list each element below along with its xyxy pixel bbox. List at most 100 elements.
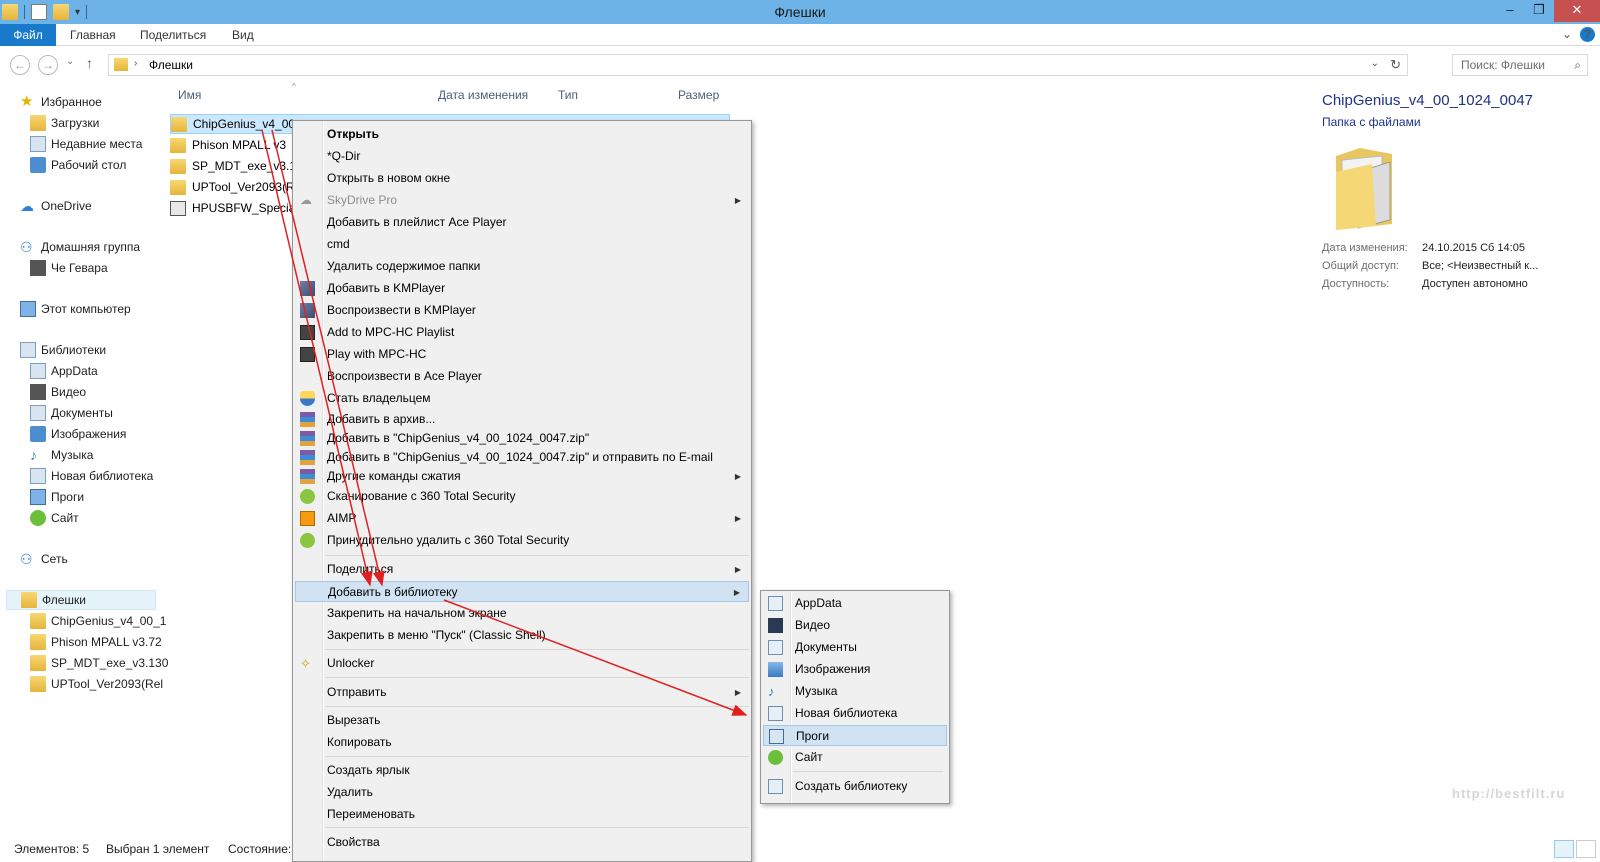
menu-item-kmplayer-play[interactable]: Воспроизвести в KMPlayer — [295, 300, 749, 321]
submenu-item-create-library[interactable]: Создать библиотеку — [763, 776, 947, 797]
nav-homegroup-user[interactable]: Че Гевара — [30, 258, 108, 278]
menu-item-unlocker[interactable]: ✧ Unlocker — [295, 653, 749, 674]
menu-item-other-compress[interactable]: Другие команды сжатия ▶ — [295, 466, 749, 487]
address-bar[interactable]: › Флешки ⌄ ↻ — [108, 54, 1408, 76]
submenu-item-appdata[interactable]: AppData — [763, 593, 947, 614]
tab-file[interactable]: Файл — [0, 24, 56, 46]
menu-item-share[interactable]: Поделиться ▶ — [295, 559, 749, 580]
library-icon — [768, 706, 783, 721]
menu-item-add-to-library[interactable]: Добавить в библиотеку ▶ — [295, 581, 749, 602]
prop-label: Доступность: — [1322, 278, 1390, 290]
menu-item-force-delete-360[interactable]: Принудительно удалить с 360 Total Securi… — [295, 530, 749, 551]
menu-item-create-shortcut[interactable]: Создать ярлык — [295, 760, 749, 781]
menu-item-open-new-window[interactable]: Открыть в новом окне — [295, 168, 749, 189]
nav-subfolder[interactable]: ChipGenius_v4_00_1 — [30, 611, 166, 631]
maximize-button[interactable]: ❐ — [1525, 0, 1553, 22]
submenu-item-new-library[interactable]: Новая библиотека — [763, 703, 947, 724]
menu-item-mpc-play[interactable]: Play with MPC-HC — [295, 344, 749, 365]
nav-label: Phison MPALL v3.72 — [51, 635, 162, 649]
menu-item-scan-360[interactable]: Сканирование с 360 Total Security — [295, 486, 749, 507]
column-header-date[interactable]: Дата изменения — [438, 88, 528, 102]
menu-item-add-zip[interactable]: Добавить в "ChipGenius_v4_00_1024_0047.z… — [295, 428, 749, 449]
tab-home[interactable]: Главная — [58, 24, 128, 46]
nav-network[interactable]: ⚇ Сеть — [20, 549, 68, 569]
tab-share[interactable]: Поделиться — [128, 24, 218, 46]
details-view-button[interactable] — [1554, 840, 1574, 858]
menu-item-mpc-add[interactable]: Add to MPC-HC Playlist — [295, 322, 749, 343]
nav-lib-progi[interactable]: Проги — [30, 487, 84, 507]
nav-libraries[interactable]: Библиотеки — [20, 340, 106, 360]
menu-item-delete[interactable]: Удалить — [295, 782, 749, 803]
nav-subfolder[interactable]: Phison MPALL v3.72 — [30, 632, 162, 652]
nav-lib-video[interactable]: Видео — [30, 382, 86, 402]
menu-item-kmplayer-add[interactable]: Добавить в KMPlayer — [295, 278, 749, 299]
breadcrumb-current[interactable]: Флешки — [149, 58, 193, 72]
menu-item-ace-play[interactable]: Воспроизвести в Ace Player — [295, 366, 749, 387]
menu-item-pin-classic-shell[interactable]: Закрепить в меню "Пуск" (Classic Shell) — [295, 625, 749, 646]
large-icons-view-button[interactable] — [1576, 840, 1596, 858]
nav-this-pc[interactable]: Этот компьютер — [20, 299, 131, 319]
back-button[interactable]: ← — [10, 55, 30, 75]
menu-label: Unlocker — [327, 656, 375, 670]
nav-lib-new[interactable]: Новая библиотека — [30, 466, 153, 486]
recent-locations-icon[interactable]: ⌄ — [66, 56, 74, 67]
minimize-button[interactable]: – — [1496, 0, 1524, 22]
nav-label: Новая библиотека — [51, 469, 154, 483]
menu-item-cmd[interactable]: cmd — [295, 234, 749, 255]
nav-lib-site[interactable]: Сайт — [30, 508, 79, 528]
expand-ribbon-icon[interactable]: ⌄ — [1562, 27, 1572, 41]
nav-downloads[interactable]: Загрузки — [30, 113, 99, 133]
up-button[interactable]: ↑ — [86, 55, 93, 71]
search-icon[interactable]: ⌕ — [1574, 58, 1581, 73]
menu-item-rename[interactable]: Переименовать — [295, 804, 749, 825]
breadcrumb-separator[interactable]: › — [134, 58, 137, 69]
nav-lib-documents[interactable]: Документы — [30, 403, 113, 423]
menu-item-send-to[interactable]: Отправить ▶ — [295, 682, 749, 703]
menu-item-qdir[interactable]: *Q-Dir — [295, 146, 749, 167]
column-header-name[interactable]: Имя — [178, 88, 201, 102]
tab-view[interactable]: Вид — [220, 24, 266, 46]
nav-subfolder[interactable]: SP_MDT_exe_v3.130 — [30, 653, 168, 673]
submenu-item-site[interactable]: Сайт — [763, 747, 947, 768]
nav-lib-images[interactable]: Изображения — [30, 424, 126, 444]
folder-icon — [30, 634, 46, 650]
menu-item-take-ownership[interactable]: Стать владельцем — [295, 388, 749, 409]
menu-label: Удалить — [327, 785, 373, 799]
menu-item-pin-start[interactable]: Закрепить на начальном экране — [295, 603, 749, 624]
nav-lib-music[interactable]: ♪ Музыка — [30, 445, 93, 465]
desktop-icon — [30, 157, 46, 173]
submenu-item-images[interactable]: Изображения — [763, 659, 947, 680]
menu-item-copy[interactable]: Копировать — [295, 732, 749, 753]
nav-flashki[interactable]: Флешки — [6, 590, 156, 610]
nav-recent-places[interactable]: Недавние места — [30, 134, 142, 154]
menu-item-skydrive-pro[interactable]: ☁ SkyDrive Pro ▶ — [295, 190, 749, 211]
submenu-item-documents[interactable]: Документы — [763, 637, 947, 658]
menu-item-properties[interactable]: Свойства — [295, 832, 749, 853]
nav-desktop[interactable]: Рабочий стол — [30, 155, 126, 175]
column-header-type[interactable]: Тип — [558, 88, 578, 102]
menu-item-add-zip-email[interactable]: Добавить в "ChipGenius_v4_00_1024_0047.z… — [295, 447, 749, 468]
column-header-size[interactable]: Размер — [678, 88, 719, 102]
menu-item-ace-playlist[interactable]: Добавить в плейлист Ace Player — [295, 212, 749, 233]
menu-label: AIMP — [327, 511, 357, 525]
forward-button[interactable]: → — [38, 55, 58, 75]
nav-subfolder[interactable]: UPTool_Ver2093(Rel — [30, 674, 163, 694]
submenu-item-video[interactable]: Видео — [763, 615, 947, 636]
nav-onedrive[interactable]: ☁ OneDrive — [20, 196, 92, 216]
music-library-icon: ♪ — [30, 447, 37, 463]
menu-item-aimp[interactable]: AIMP ▶ — [295, 508, 749, 529]
menu-item-cut[interactable]: Вырезать — [295, 710, 749, 731]
nav-lib-appdata[interactable]: AppData — [30, 361, 98, 381]
menu-item-delete-contents[interactable]: Удалить содержимое папки — [295, 256, 749, 277]
nav-homegroup[interactable]: ⚇ Домашняя группа — [20, 237, 140, 257]
close-button[interactable]: ✕ — [1554, 0, 1600, 22]
address-dropdown-icon[interactable]: ⌄ — [1371, 58, 1379, 69]
menu-item-add-archive[interactable]: Добавить в архив... — [295, 409, 749, 430]
submenu-item-progi[interactable]: Проги — [763, 725, 947, 746]
submenu-item-music[interactable]: ♪ Музыка — [763, 681, 947, 702]
refresh-icon[interactable]: ↻ — [1390, 57, 1401, 73]
menu-item-open[interactable]: Открыть — [295, 124, 749, 145]
nav-favorites[interactable]: ★ Избранное — [20, 92, 102, 112]
search-input[interactable]: Поиск: Флешки ⌕ — [1452, 54, 1588, 76]
help-icon[interactable]: ? — [1580, 27, 1595, 42]
